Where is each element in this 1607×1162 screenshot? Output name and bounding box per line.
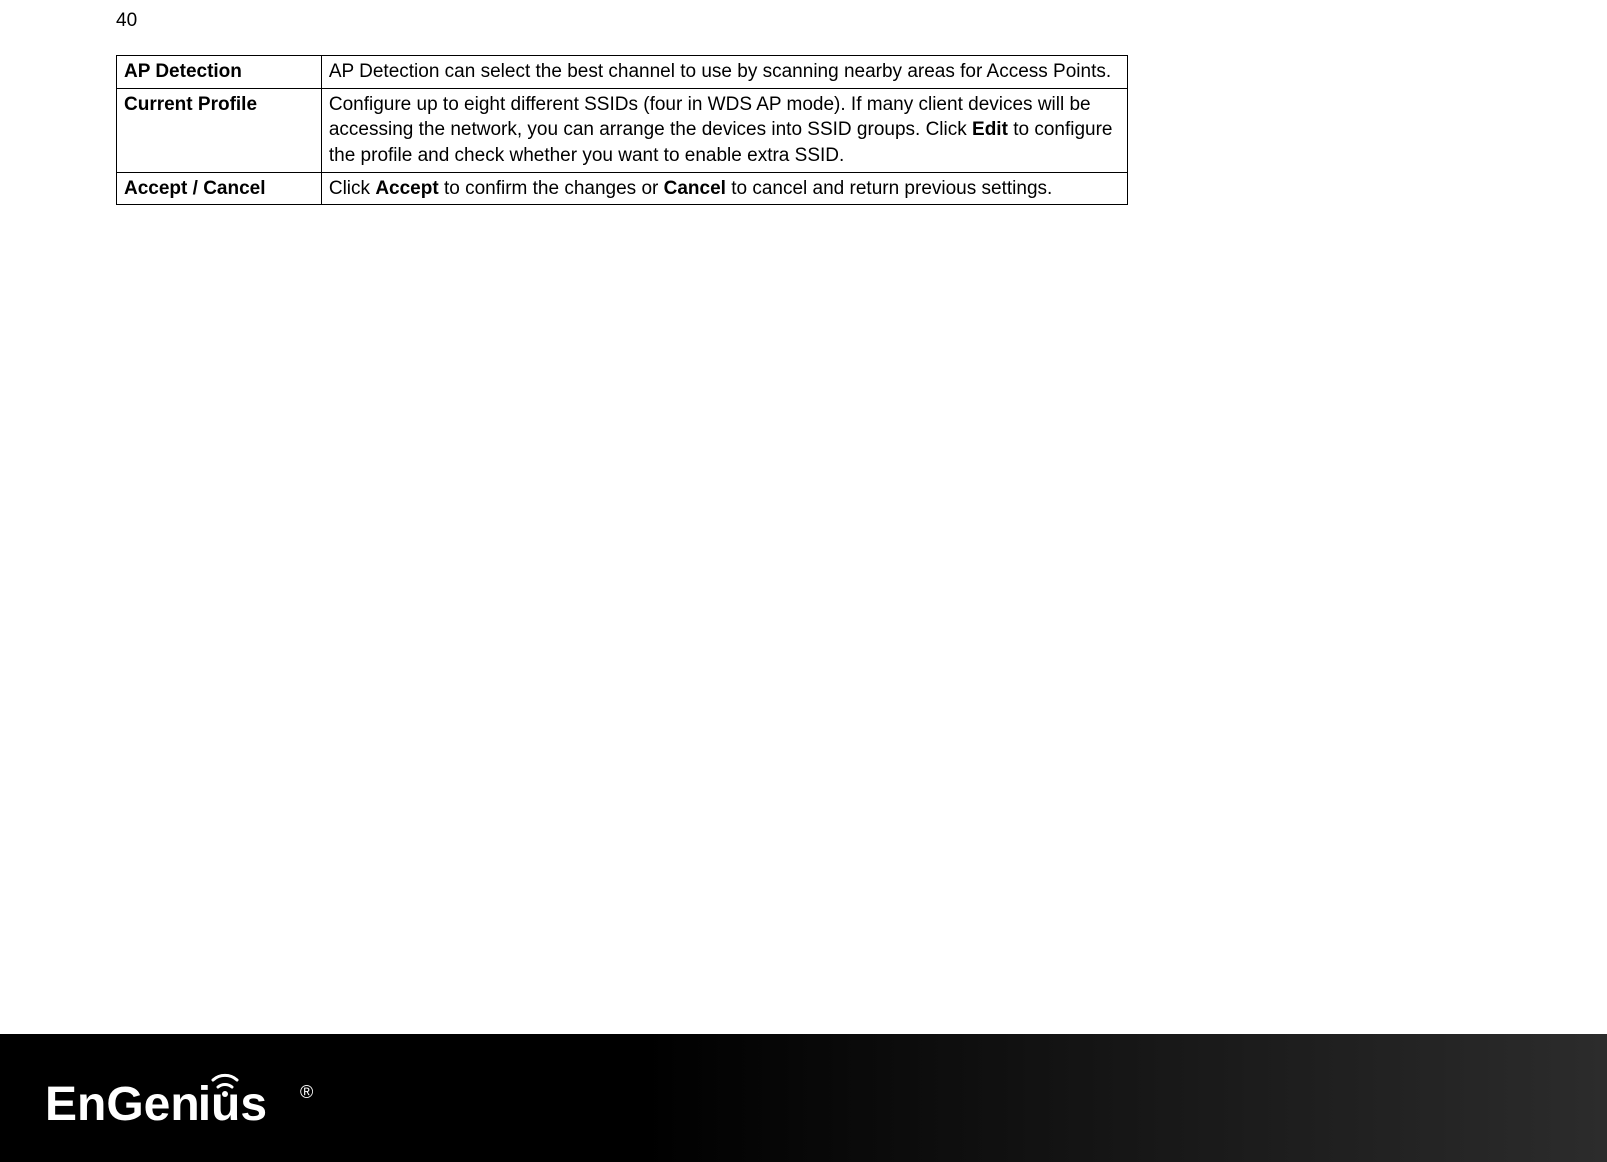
desc-cell: AP Detection can select the best channel… (321, 56, 1127, 89)
brand-logo: EnGenius ® (45, 1062, 345, 1132)
footer-band: EnGenius ® (0, 1034, 1607, 1162)
settings-table: AP Detection AP Detection can select the… (116, 55, 1128, 205)
term-cell: AP Detection (117, 56, 322, 89)
desc-cell: Click Accept to confirm the changes or C… (321, 172, 1127, 205)
table-row: AP Detection AP Detection can select the… (117, 56, 1128, 89)
brand-text: EnGenius (45, 1078, 267, 1131)
table-row: Current Profile Configure up to eight di… (117, 88, 1128, 172)
table-row: Accept / Cancel Click Accept to confirm … (117, 172, 1128, 205)
term-cell: Accept / Cancel (117, 172, 322, 205)
term-cell: Current Profile (117, 88, 322, 172)
trademark-icon: ® (300, 1082, 313, 1102)
desc-cell: Configure up to eight different SSIDs (f… (321, 88, 1127, 172)
page-number: 40 (116, 10, 137, 32)
